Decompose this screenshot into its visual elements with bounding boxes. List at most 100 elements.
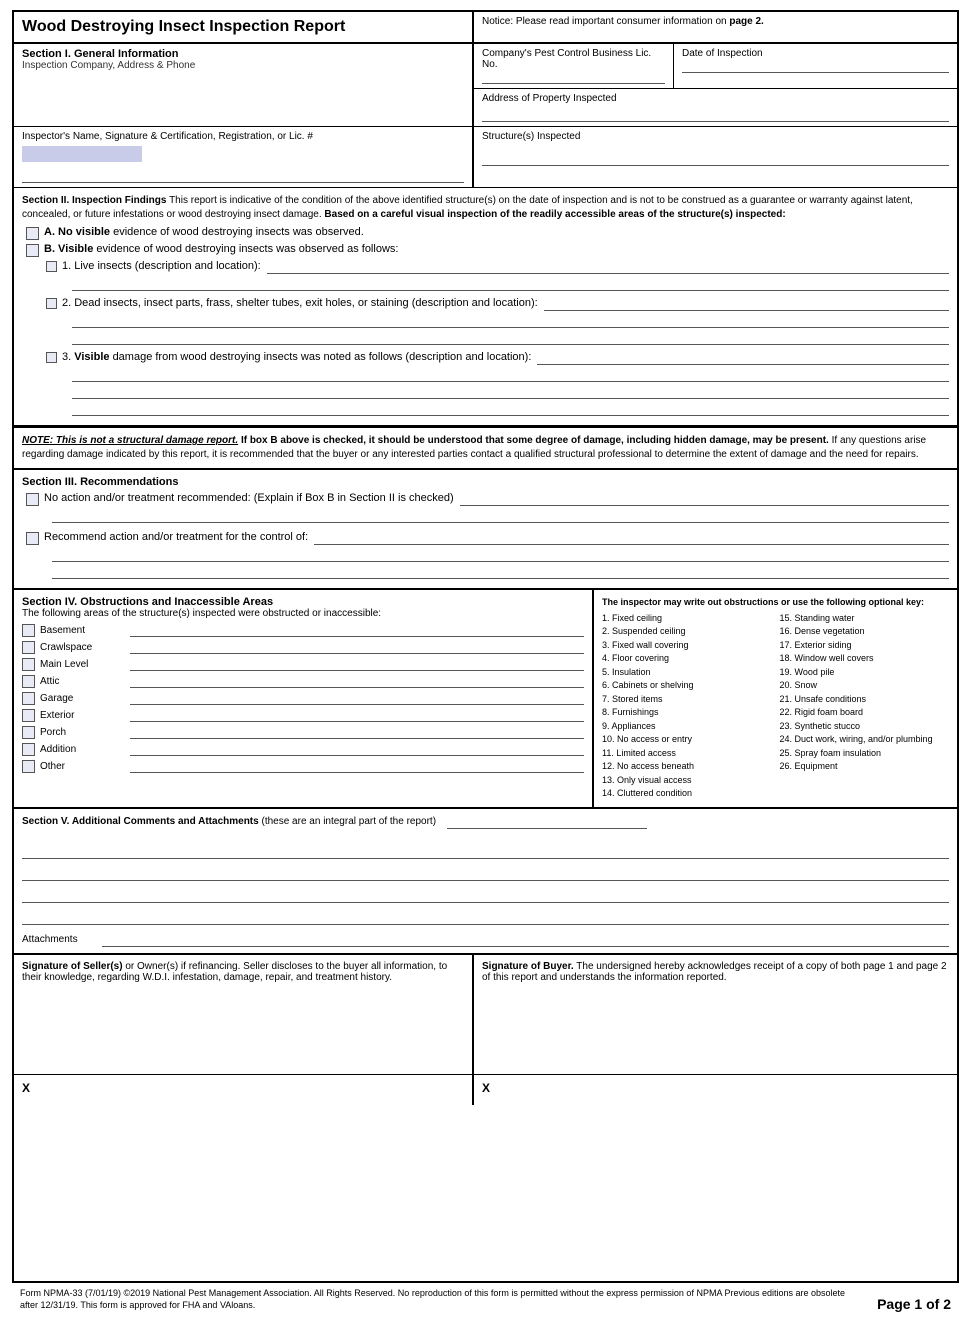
signature-fill bbox=[22, 146, 142, 162]
obs-porch-row: Porch bbox=[22, 725, 584, 739]
header-title-block: Wood Destroying Insect Inspection Report bbox=[14, 12, 474, 42]
obs-addition-row: Addition bbox=[22, 742, 584, 756]
section3-item1-input[interactable] bbox=[460, 492, 949, 506]
sig-buyer-bold: Signature of Buyer. bbox=[482, 961, 574, 972]
obs-attic-input[interactable] bbox=[130, 674, 584, 688]
section3-item2-line2[interactable] bbox=[52, 548, 949, 562]
form-title: Wood Destroying Insect Inspection Report bbox=[22, 18, 464, 36]
note-text: NOTE: This is not a structural damage re… bbox=[22, 434, 949, 462]
section5-line1[interactable] bbox=[22, 845, 949, 859]
checkbox-b[interactable] bbox=[26, 244, 39, 257]
section1-top-row: Section I. General Information Inspectio… bbox=[14, 44, 957, 127]
checkbox-b3[interactable] bbox=[46, 352, 57, 363]
date-input[interactable] bbox=[682, 59, 949, 73]
b2-line3[interactable] bbox=[72, 331, 949, 345]
section3-checkbox1[interactable] bbox=[26, 493, 39, 506]
section1-label: Section I. General Information bbox=[22, 48, 464, 60]
obs-exterior-checkbox[interactable] bbox=[22, 709, 35, 722]
obs-crawlspace-label: Crawlspace bbox=[40, 642, 130, 653]
b2-lines bbox=[72, 314, 949, 345]
section3-line2[interactable] bbox=[52, 509, 949, 523]
obs-garage-input[interactable] bbox=[130, 691, 584, 705]
structures-input[interactable] bbox=[482, 152, 949, 166]
section5-line2[interactable] bbox=[22, 867, 949, 881]
key-columns: 1. Fixed ceiling 2. Suspended ceiling 3.… bbox=[602, 612, 949, 801]
obs-crawlspace-input[interactable] bbox=[130, 640, 584, 654]
obs-addition-input[interactable] bbox=[130, 742, 584, 756]
inspector-left: Inspector's Name, Signature & Certificat… bbox=[14, 127, 474, 187]
section1-sublabel: Inspection Company, Address & Phone bbox=[22, 60, 464, 71]
obs-addition-checkbox[interactable] bbox=[22, 743, 35, 756]
section1-company-date: Company's Pest Control Business Lic. No.… bbox=[474, 44, 957, 89]
obs-mainlevel-checkbox[interactable] bbox=[22, 658, 35, 671]
obs-other-checkbox[interactable] bbox=[22, 760, 35, 773]
b1-lines bbox=[72, 277, 949, 291]
obs-other-input[interactable] bbox=[130, 759, 584, 773]
sig-seller-block: Signature of Seller(s) or Owner(s) if re… bbox=[14, 955, 474, 1074]
obs-crawlspace-checkbox[interactable] bbox=[22, 641, 35, 654]
section4-left: Section IV. Obstructions and Inaccessibl… bbox=[14, 590, 594, 807]
date-label: Date of Inspection bbox=[682, 48, 949, 59]
obs-basement-input[interactable] bbox=[130, 623, 584, 637]
sig-x-buyer: X bbox=[474, 1075, 957, 1105]
obs-garage-label: Garage bbox=[40, 693, 130, 704]
section3-item2-line3[interactable] bbox=[52, 565, 949, 579]
section2-bold: Based on a careful visual inspection of … bbox=[324, 209, 785, 220]
obs-porch-input[interactable] bbox=[130, 725, 584, 739]
checkbox-b2[interactable] bbox=[46, 298, 57, 309]
form-border: Wood Destroying Insect Inspection Report… bbox=[12, 10, 959, 1283]
b3-line2[interactable] bbox=[72, 368, 949, 382]
page: Wood Destroying Insect Inspection Report… bbox=[0, 0, 971, 1326]
b2-line2[interactable] bbox=[72, 314, 949, 328]
footer-text: Form NPMA-33 (7/01/19) ©2019 National Pe… bbox=[20, 1287, 861, 1312]
obstructions-list: Basement Crawlspace Main Level bbox=[22, 623, 584, 773]
inspector-right: Structure(s) Inspected bbox=[474, 127, 957, 187]
inspector-input[interactable] bbox=[22, 169, 464, 183]
obs-mainlevel-input[interactable] bbox=[130, 657, 584, 671]
b3-line3[interactable] bbox=[72, 385, 949, 399]
address-input[interactable] bbox=[482, 108, 949, 122]
inspector-label: Inspector's Name, Signature & Certificat… bbox=[22, 131, 464, 142]
signatures-row: Signature of Seller(s) or Owner(s) if re… bbox=[14, 955, 957, 1075]
checkbox-a-row: A. No visible evidence of wood destroyin… bbox=[26, 226, 949, 240]
obs-porch-checkbox[interactable] bbox=[22, 726, 35, 739]
section3-item2-input[interactable] bbox=[314, 531, 949, 545]
sig-x-seller: X bbox=[14, 1075, 474, 1105]
obs-exterior-input[interactable] bbox=[130, 708, 584, 722]
b3-input[interactable] bbox=[537, 351, 949, 365]
b1-input[interactable] bbox=[267, 260, 949, 274]
inspector-row: Inspector's Name, Signature & Certificat… bbox=[14, 127, 957, 188]
checkbox-a[interactable] bbox=[26, 227, 39, 240]
section4-label: Section IV. Obstructions and Inaccessibl… bbox=[22, 596, 584, 608]
sig-seller-text: Signature of Seller(s) or Owner(s) if re… bbox=[22, 961, 464, 983]
attachments-label: Attachments bbox=[22, 934, 102, 945]
section5: Section V. Additional Comments and Attac… bbox=[14, 809, 957, 955]
section5-line3[interactable] bbox=[22, 889, 949, 903]
checkbox-b1[interactable] bbox=[46, 261, 57, 272]
header-row: Wood Destroying Insect Inspection Report… bbox=[14, 12, 957, 44]
obs-basement-checkbox[interactable] bbox=[22, 624, 35, 637]
section2-b1-group: 1. Live insects (description and locatio… bbox=[42, 260, 949, 291]
section5-line4[interactable] bbox=[22, 911, 949, 925]
checkbox-b-row: B. Visible evidence of wood destroying i… bbox=[26, 243, 949, 257]
obs-garage-row: Garage bbox=[22, 691, 584, 705]
section3-item2-row: Recommend action and/or treatment for th… bbox=[26, 531, 949, 545]
b2-input[interactable] bbox=[544, 297, 949, 311]
company-input[interactable] bbox=[482, 70, 665, 84]
b1-line2[interactable] bbox=[72, 277, 949, 291]
sig-seller-bold: Signature of Seller(s) bbox=[22, 961, 123, 972]
address-block: Address of Property Inspected bbox=[474, 89, 957, 126]
obs-attic-checkbox[interactable] bbox=[22, 675, 35, 688]
sig-x-row: X X bbox=[14, 1075, 957, 1105]
item-b-text: B. Visible evidence of wood destroying i… bbox=[44, 243, 398, 255]
section2: Section II. Inspection Findings This rep… bbox=[14, 188, 957, 427]
sig-buyer-text: Signature of Buyer. The undersigned here… bbox=[482, 961, 949, 983]
section2-b3-group: 3. Visible damage from wood destroying i… bbox=[42, 351, 949, 416]
obs-garage-checkbox[interactable] bbox=[22, 692, 35, 705]
key-col2: 15. Standing water 16. Dense vegetation … bbox=[780, 612, 950, 801]
attachments-line bbox=[102, 933, 949, 947]
obs-exterior-label: Exterior bbox=[40, 710, 130, 721]
section5-header-input[interactable] bbox=[447, 815, 647, 829]
section3-checkbox2[interactable] bbox=[26, 532, 39, 545]
b3-line4[interactable] bbox=[72, 402, 949, 416]
